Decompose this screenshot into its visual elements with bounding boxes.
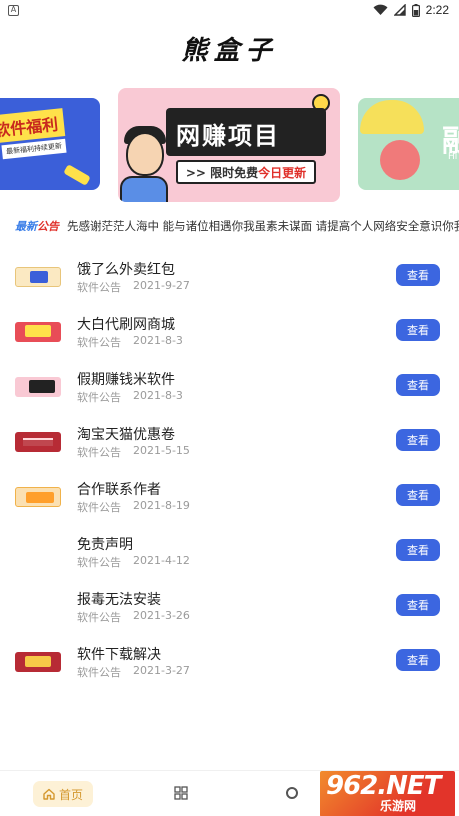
list-item-thumbnail xyxy=(15,377,61,397)
view-button[interactable]: 查看 xyxy=(396,429,440,451)
view-button[interactable]: 查看 xyxy=(396,319,440,341)
list-item[interactable]: 报毒无法安装 软件公告 2021-3-26 查看 xyxy=(0,577,459,632)
list-item-date: 2021-8-19 xyxy=(133,499,190,512)
list-item-thumbnail xyxy=(15,652,61,672)
list-item-thumbnail xyxy=(15,597,61,617)
cartoon-man-head xyxy=(126,132,164,176)
list-item-title: 饿了么外卖红包 xyxy=(77,262,175,278)
notice-text: 先感谢茫茫人海中 能与诸位相遇你我虽素未谋面 请提高个人网络安全意识你我虽素未谋… xyxy=(67,219,459,233)
status-right: 2:22 xyxy=(373,3,449,17)
watermark-logo: 962.NET 乐游网 xyxy=(320,771,455,816)
list-item-category: 软件公告 xyxy=(77,501,121,514)
notice-tag-blue: 最新 xyxy=(15,220,37,233)
list-item-title: 软件下载解决 xyxy=(77,647,161,663)
cartoon-man-body xyxy=(120,176,168,202)
banner-left-title: 软件福利 xyxy=(0,108,66,144)
list-item-thumbnail xyxy=(15,432,61,452)
notice-bar[interactable]: 最新公告 先感谢茫茫人海中 能与诸位相遇你我虽素未谋面 请提高个人网络安全意识你… xyxy=(15,216,459,236)
umbrella-illustration xyxy=(360,100,424,134)
list-item-thumbnail xyxy=(15,267,61,287)
nav-home-label: 首页 xyxy=(58,787,83,802)
battery-icon xyxy=(411,3,420,17)
grid-icon[interactable] xyxy=(174,786,188,800)
list-item-date: 2021-3-26 xyxy=(133,609,190,622)
app-title: 熊盒子 xyxy=(181,36,278,66)
status-time: 2:22 xyxy=(425,3,449,17)
nav-home-tab[interactable]: 首页 xyxy=(33,781,93,807)
banner-left-subtitle: 最新福利持续更新 xyxy=(1,138,67,160)
list-item[interactable]: 软件下载解决 软件公告 2021-3-27 查看 xyxy=(0,632,459,687)
list-item-category: 软件公告 xyxy=(77,611,121,624)
list-item-title: 合作联系作者 xyxy=(77,482,161,498)
notice-tag: 最新公告 xyxy=(15,218,59,234)
list-item-date: 2021-8-3 xyxy=(133,389,183,402)
banner-left[interactable]: 软件福利 最新福利持续更新 xyxy=(0,98,100,190)
banner-carousel[interactable]: 软件福利 最新福利持续更新 网赚项目 >> 限时免费 今日更新 融 Hi xyxy=(0,88,459,202)
list-item-title: 免责声明 xyxy=(77,537,133,553)
list-item[interactable]: 假期赚钱米软件 软件公告 2021-8-3 查看 xyxy=(0,357,459,412)
list-item[interactable]: 合作联系作者 软件公告 2021-8-19 查看 xyxy=(0,467,459,522)
view-button[interactable]: 查看 xyxy=(396,594,440,616)
banner-right-small: Hi xyxy=(448,152,458,162)
list-item[interactable]: 免责声明 软件公告 2021-4-12 查看 xyxy=(0,522,459,577)
banner-center-strip-accent: 今日更新 xyxy=(258,165,307,180)
list-item-category: 软件公告 xyxy=(77,666,121,679)
list-item-title: 报毒无法安装 xyxy=(77,592,161,608)
view-button[interactable]: 查看 xyxy=(396,264,440,286)
view-button[interactable]: 查看 xyxy=(396,649,440,671)
notification-a-icon: A xyxy=(8,4,19,16)
list-item-date: 2021-5-15 xyxy=(133,444,190,457)
signal-icon xyxy=(393,4,406,16)
list-item-thumbnail xyxy=(15,487,61,507)
list-item-category: 软件公告 xyxy=(77,281,121,294)
list-item-category: 软件公告 xyxy=(77,391,121,404)
figure-illustration xyxy=(380,140,420,180)
list-item-title: 大白代刷网商城 xyxy=(77,317,175,333)
list-item-date: 2021-9-27 xyxy=(133,279,190,292)
list-item-category: 软件公告 xyxy=(77,446,121,459)
banner-center[interactable]: 网赚项目 >> 限时免费 今日更新 xyxy=(118,88,340,202)
list-item-date: 2021-3-27 xyxy=(133,664,190,677)
home-icon xyxy=(43,788,55,800)
wifi-icon xyxy=(373,4,388,16)
watermark-small: 乐游网 xyxy=(380,799,417,813)
view-button[interactable]: 查看 xyxy=(396,539,440,561)
list-item-thumbnail xyxy=(15,322,61,342)
view-button[interactable]: 查看 xyxy=(396,484,440,506)
list-item[interactable]: 饿了么外卖红包 软件公告 2021-9-27 查看 xyxy=(0,247,459,302)
circle-icon[interactable] xyxy=(286,787,298,799)
list-item[interactable]: 淘宝天猫优惠卷 软件公告 2021-5-15 查看 xyxy=(0,412,459,467)
banner-center-sign-text: 网赚项目 xyxy=(176,122,280,150)
list-item[interactable]: 大白代刷网商城 软件公告 2021-8-3 查看 xyxy=(0,302,459,357)
list-item-category: 软件公告 xyxy=(77,336,121,349)
list-item-title: 淘宝天猫优惠卷 xyxy=(77,427,175,443)
bottom-nav: 首页 962.NET 乐游网 xyxy=(0,770,459,816)
banner-right[interactable]: 融 Hi xyxy=(358,98,459,190)
status-bar: A 2:22 xyxy=(0,0,459,20)
status-left: A xyxy=(8,4,19,16)
banner-center-strip: >> 限时免费 今日更新 xyxy=(176,160,316,184)
microphone-icon xyxy=(63,164,91,186)
list-item-thumbnail xyxy=(15,542,61,562)
list-item-category: 软件公告 xyxy=(77,556,121,569)
notice-tag-red: 公告 xyxy=(37,220,59,233)
banner-center-strip-prefix: >> 限时免费 xyxy=(185,165,259,180)
view-button[interactable]: 查看 xyxy=(396,374,440,396)
list-item-date: 2021-8-3 xyxy=(133,334,183,347)
list-item-title: 假期赚钱米软件 xyxy=(77,372,175,388)
list-item-date: 2021-4-12 xyxy=(133,554,190,567)
